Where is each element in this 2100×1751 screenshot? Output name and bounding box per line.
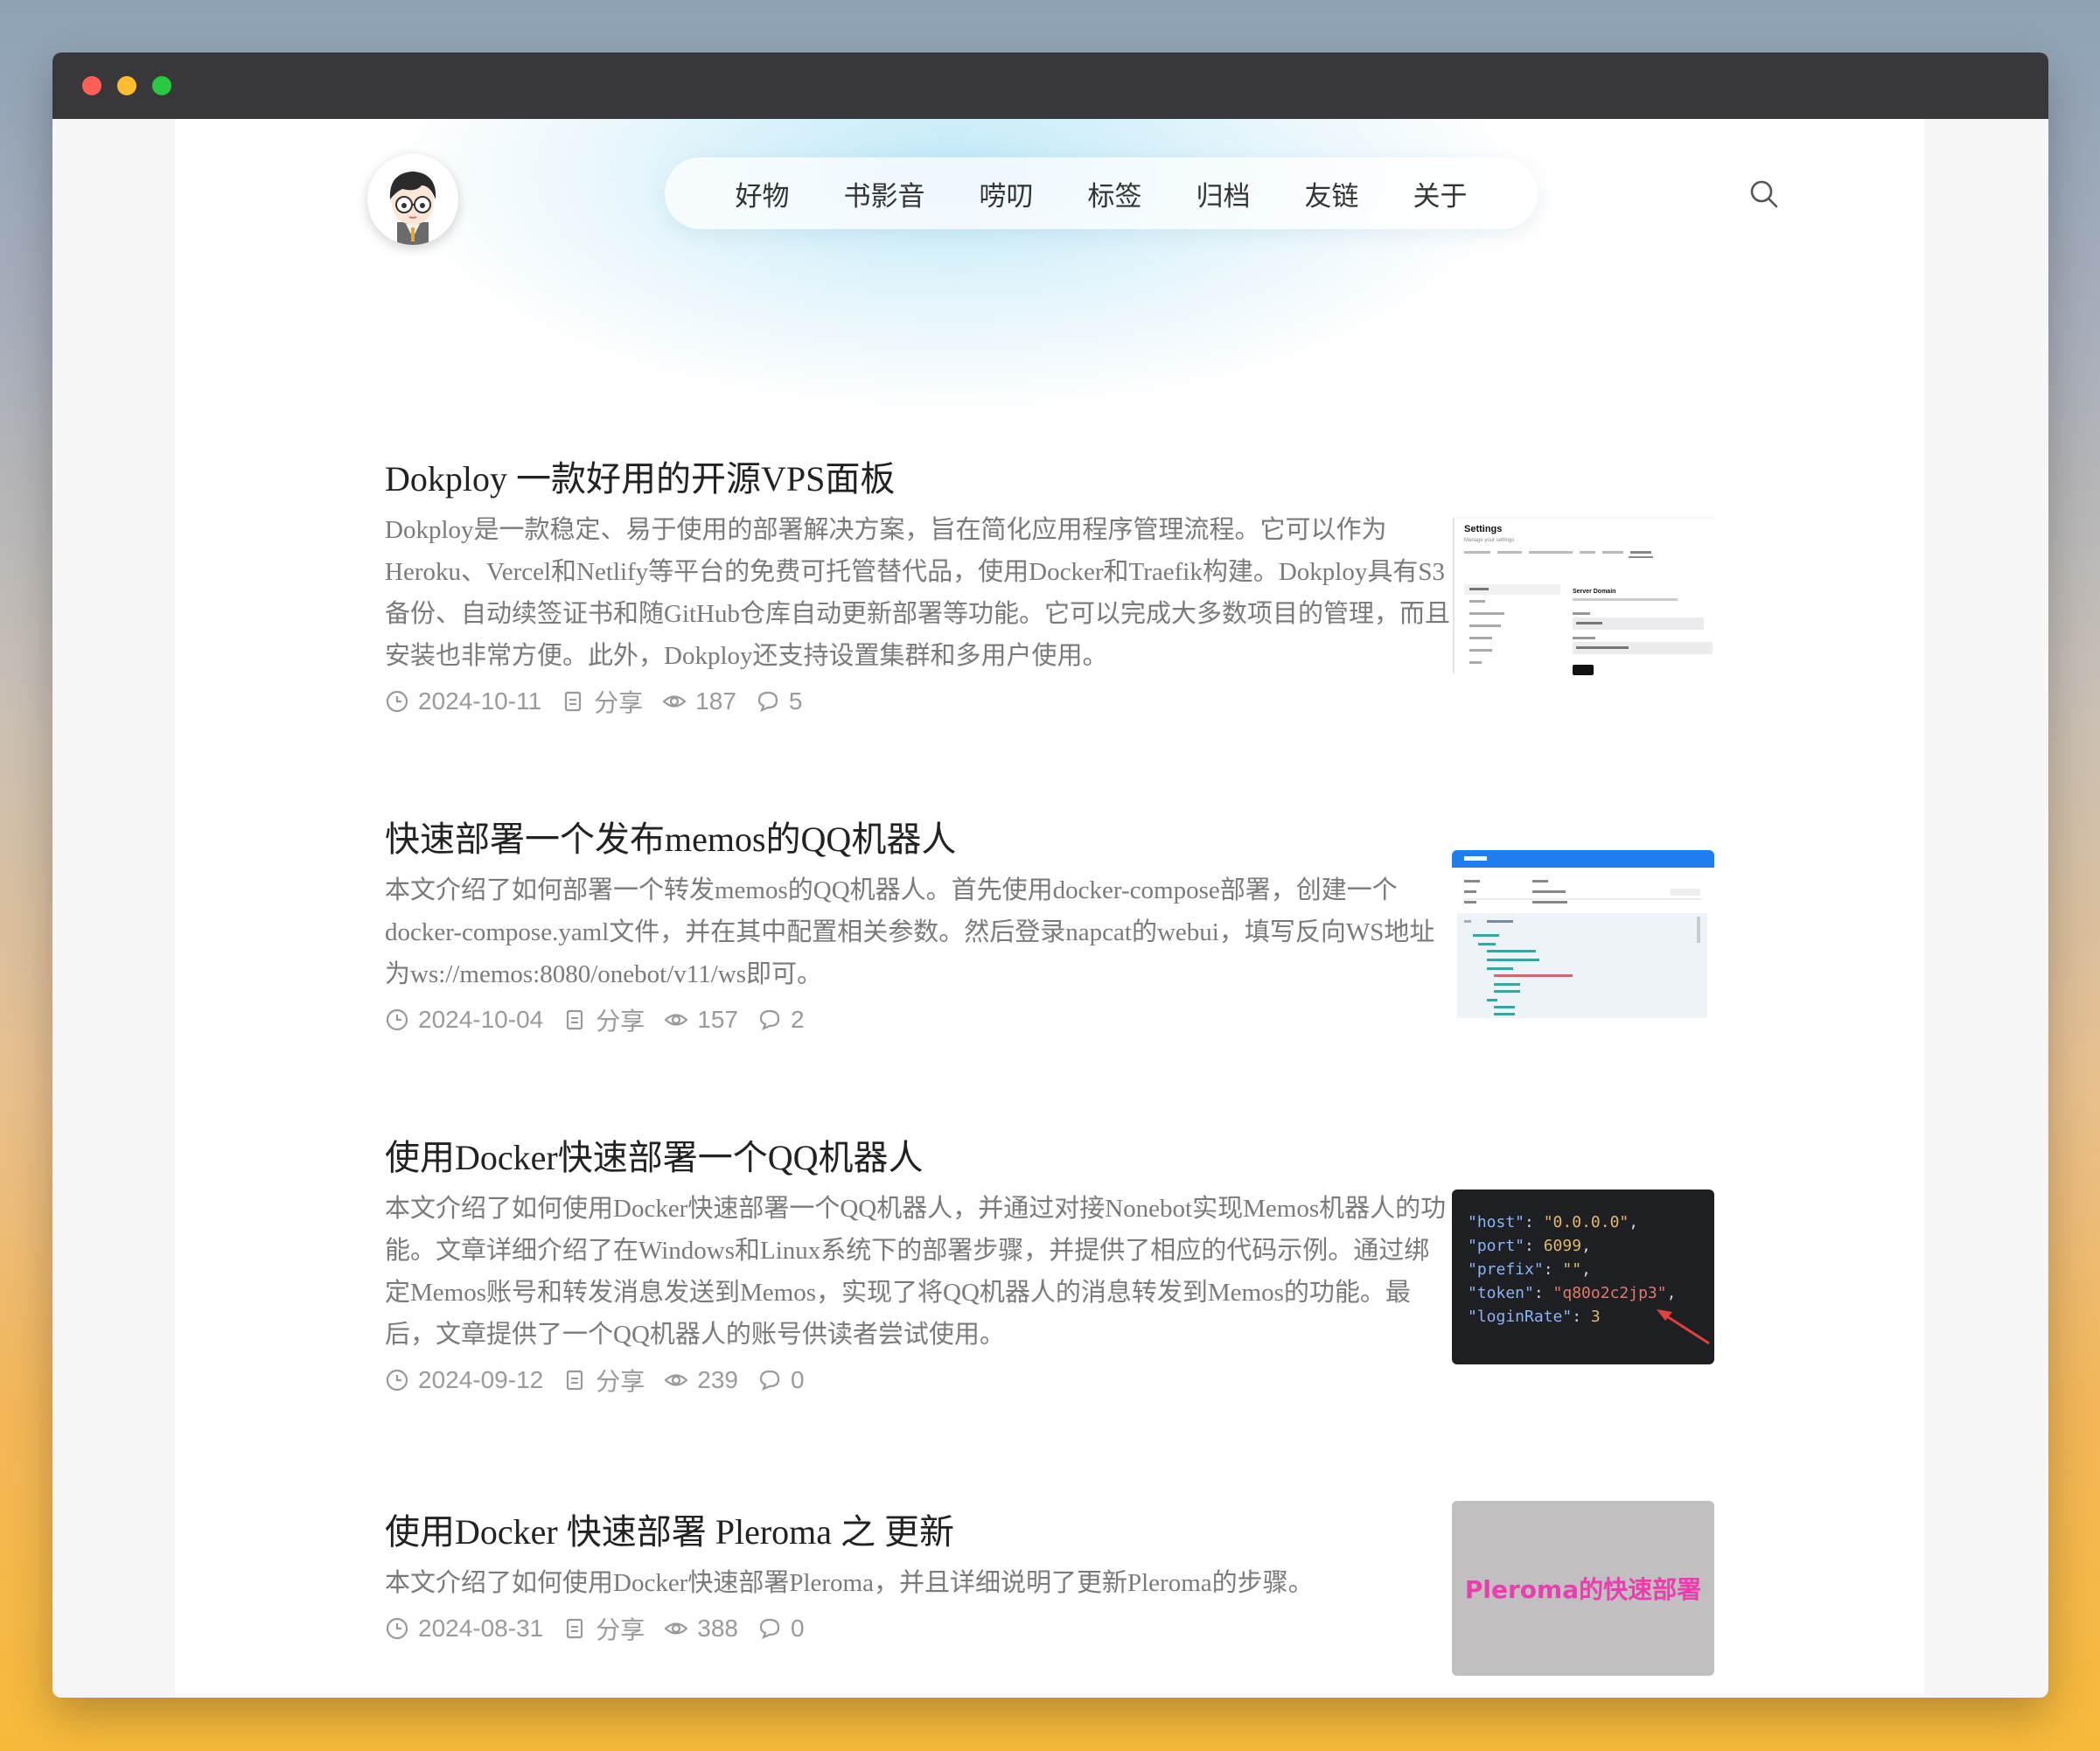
post-date: 2024-10-11 xyxy=(418,687,542,715)
post-views: 187 xyxy=(695,687,736,715)
post-summary: 本文介绍了如何部署一个转发memos的QQ机器人。首先使用docker-comp… xyxy=(385,876,1435,988)
clock-icon xyxy=(386,1369,408,1392)
post-comments: 0 xyxy=(790,1366,805,1393)
comment-icon xyxy=(757,691,778,713)
minimize-window-button[interactable] xyxy=(117,76,136,95)
memos-config-screenshot xyxy=(1452,850,1714,1022)
close-window-button[interactable] xyxy=(82,76,101,95)
post-category[interactable]: 分享 xyxy=(596,1363,645,1398)
post-date: 2024-10-04 xyxy=(418,1006,544,1033)
svg-text:Manage your settings: Manage your settings xyxy=(1464,538,1514,543)
thumbnail-caption: Pleroma的快速部署 xyxy=(1464,1575,1702,1604)
post-date: 2024-08-31 xyxy=(418,1615,544,1642)
post-category[interactable]: 分享 xyxy=(596,1002,645,1037)
post-thumbnail[interactable] xyxy=(1452,850,1714,1022)
post-thumbnail[interactable]: Settings Manage your settings Server Dom… xyxy=(1452,506,1714,675)
nav-item-about[interactable]: 关于 xyxy=(1413,174,1468,213)
post-title[interactable]: Dokploy 一款好用的开源VPS面板 xyxy=(385,457,1732,502)
nav-item-haowu[interactable]: 好物 xyxy=(736,174,790,213)
nav-item-friend-links[interactable]: 友链 xyxy=(1305,174,1359,213)
post-meta: 2024-09-12 分享 239 0 xyxy=(385,1363,1732,1398)
post-date: 2024-09-12 xyxy=(418,1366,544,1393)
post-summary: 本文介绍了如何使用Docker快速部署一个QQ机器人，并通过对接Nonebot实… xyxy=(385,1195,1447,1349)
comment-icon xyxy=(759,1618,780,1640)
document-icon xyxy=(567,1370,583,1391)
clock-icon xyxy=(386,1008,408,1031)
post-title[interactable]: 使用Docker快速部署一个QQ机器人 xyxy=(385,1135,1732,1181)
search-icon[interactable] xyxy=(1747,177,1782,212)
svg-text:Server Domain: Server Domain xyxy=(1573,589,1615,595)
post-comments: 0 xyxy=(790,1615,805,1642)
post-category[interactable]: 分享 xyxy=(596,1611,645,1646)
post-views: 239 xyxy=(697,1366,738,1393)
document-icon xyxy=(567,1618,583,1639)
post-views: 157 xyxy=(697,1006,738,1033)
nav-item-tags[interactable]: 标签 xyxy=(1088,174,1142,213)
post-views: 388 xyxy=(697,1615,738,1642)
eye-icon xyxy=(664,1374,688,1386)
browser-window: 好物 书影音 唠叨 标签 归档 友链 关于 Dokploy 一款好用的开源VPS… xyxy=(52,52,2048,1698)
eye-icon xyxy=(664,1622,688,1635)
nav-item-murmurs[interactable]: 唠叨 xyxy=(980,174,1034,213)
avatar-illustration xyxy=(367,154,458,245)
post-meta: 2024-10-11 分享 187 5 xyxy=(385,684,1732,719)
clock-icon xyxy=(386,1617,408,1640)
nav-item-books-movies-music[interactable]: 书影音 xyxy=(844,174,925,213)
post-category[interactable]: 分享 xyxy=(594,684,643,719)
post-thumbnail[interactable]: Pleroma的快速部署 xyxy=(1452,1501,1714,1676)
post-thumbnail[interactable]: "host": "0.0.0.0", "port": 6099, "prefix… xyxy=(1452,1189,1714,1364)
blog-page: 好物 书影音 唠叨 标签 归档 友链 关于 Dokploy 一款好用的开源VPS… xyxy=(175,119,1924,1698)
comment-icon xyxy=(759,1009,780,1031)
document-icon xyxy=(565,691,582,712)
post-summary: Dokploy是一款稳定、易于使用的部署解决方案，旨在简化应用程序管理流程。它可… xyxy=(385,516,1451,670)
post-comments: 2 xyxy=(790,1006,805,1033)
post-summary: 本文介绍了如何使用Docker快速部署Pleroma，并且详细说明了更新Pler… xyxy=(385,1569,1314,1597)
nav-item-archive[interactable]: 归档 xyxy=(1197,174,1251,213)
clock-icon xyxy=(386,690,408,713)
maximize-window-button[interactable] xyxy=(152,76,171,95)
window-titlebar xyxy=(52,52,2048,119)
eye-icon xyxy=(664,1014,688,1026)
site-avatar[interactable] xyxy=(367,154,458,245)
red-arrow-icon xyxy=(1657,1309,1710,1345)
post-comments: 5 xyxy=(788,687,803,715)
main-nav: 好物 书影音 唠叨 标签 归档 友链 关于 xyxy=(665,157,1538,229)
eye-icon xyxy=(662,695,687,708)
comment-icon xyxy=(759,1370,780,1392)
dokploy-settings-screenshot: Settings Manage your settings Server Dom… xyxy=(1452,506,1714,675)
svg-text:Settings: Settings xyxy=(1464,524,1502,534)
document-icon xyxy=(567,1009,583,1030)
